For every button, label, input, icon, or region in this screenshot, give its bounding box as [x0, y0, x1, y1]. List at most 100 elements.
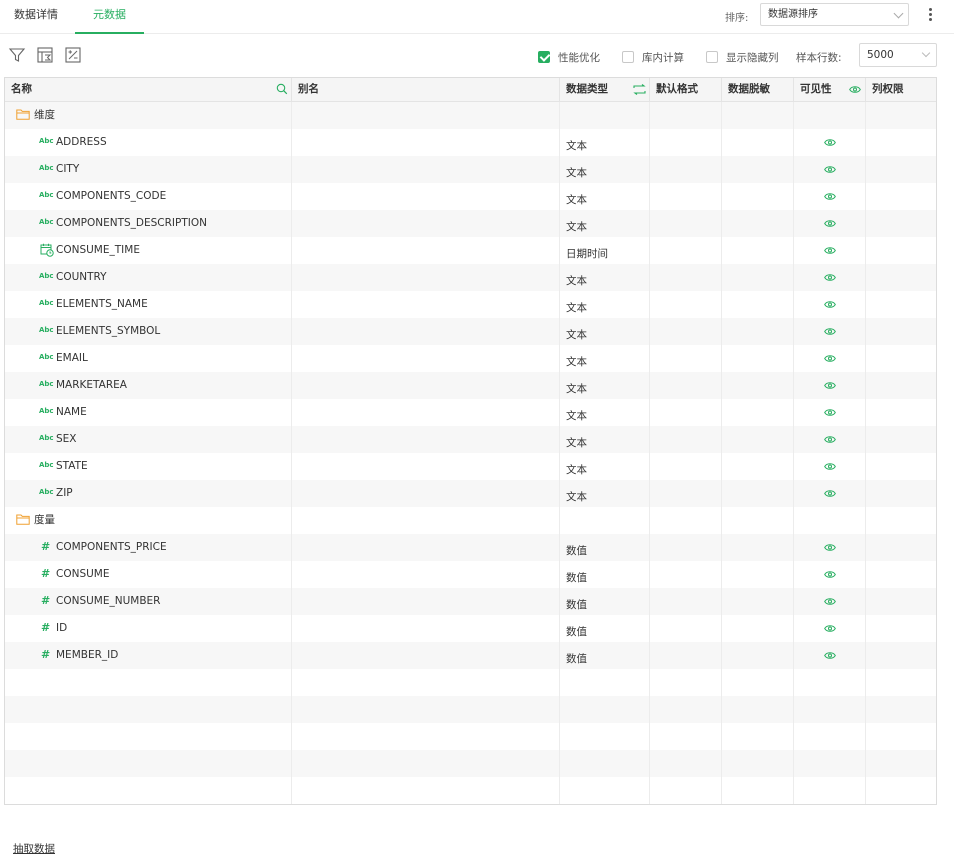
column-header-name[interactable]: 名称	[5, 78, 292, 101]
extract-data-link[interactable]: 抽取数据	[13, 841, 55, 856]
eye-icon[interactable]	[824, 191, 836, 204]
table-row[interactable]	[5, 750, 936, 777]
table-cell[interactable]	[292, 480, 560, 507]
table-row[interactable]: Abc COUNTRY 文本	[5, 264, 936, 291]
tab-metadata[interactable]: 元数据	[75, 0, 144, 34]
table-row[interactable]: Abc SEX 文本	[5, 426, 936, 453]
table-cell	[866, 426, 936, 453]
table-row[interactable]: # ID 数值	[5, 615, 936, 642]
eye-icon[interactable]	[824, 218, 836, 231]
table-cell[interactable]	[292, 696, 560, 723]
table-row[interactable]: CONSUME_TIME 日期时间	[5, 237, 936, 264]
eye-icon[interactable]	[824, 407, 836, 420]
table-cell[interactable]	[292, 291, 560, 318]
swap-icon[interactable]	[633, 84, 646, 95]
table-row[interactable]: 度量	[5, 507, 936, 534]
performance-optimization-checkbox[interactable]: 性能优化	[538, 49, 600, 65]
sample-rows-select[interactable]: 5000	[859, 43, 937, 67]
tab-data-details[interactable]: 数据详情	[0, 0, 72, 34]
eye-icon[interactable]	[824, 461, 836, 474]
column-header-default-format[interactable]: 默认格式	[650, 78, 722, 101]
table-cell[interactable]	[292, 561, 560, 588]
table-cell	[722, 588, 794, 615]
table-cell[interactable]	[292, 237, 560, 264]
table-row[interactable]: 维度	[5, 102, 936, 129]
table-row[interactable]	[5, 723, 936, 750]
table-row[interactable]: Abc EMAIL 文本	[5, 345, 936, 372]
table-row[interactable]: Abc NAME 文本	[5, 399, 936, 426]
table-cell[interactable]	[292, 210, 560, 237]
sort-select[interactable]: 数据源排序	[760, 3, 909, 26]
search-icon[interactable]	[276, 83, 288, 95]
eye-icon[interactable]	[849, 85, 861, 94]
eye-icon[interactable]	[824, 299, 836, 312]
table-cell[interactable]	[292, 264, 560, 291]
table-cell[interactable]	[292, 102, 560, 129]
eye-icon[interactable]	[824, 596, 836, 609]
table-cell[interactable]	[292, 183, 560, 210]
table-row[interactable]	[5, 669, 936, 696]
show-hidden-columns-checkbox[interactable]: 显示隐藏列	[706, 49, 779, 65]
table-cell	[794, 615, 866, 642]
eye-icon[interactable]	[824, 245, 836, 258]
table-row[interactable]: # CONSUME_NUMBER 数值	[5, 588, 936, 615]
table-row[interactable]	[5, 696, 936, 723]
table-row[interactable]: Abc COMPONENTS_CODE 文本	[5, 183, 936, 210]
table-cell[interactable]	[292, 723, 560, 750]
parameter-icon[interactable]	[64, 46, 82, 64]
filter-icon[interactable]	[8, 46, 26, 64]
table-row[interactable]: Abc ADDRESS 文本	[5, 129, 936, 156]
table-cell[interactable]	[292, 399, 560, 426]
table-cell[interactable]	[292, 669, 560, 696]
in-database-compute-checkbox[interactable]: 库内计算	[622, 49, 684, 65]
eye-icon[interactable]	[824, 380, 836, 393]
table-cell[interactable]	[292, 453, 560, 480]
table-row[interactable]	[5, 777, 936, 804]
more-options-button[interactable]	[925, 6, 935, 24]
table-cell[interactable]	[292, 534, 560, 561]
table-row[interactable]: Abc CITY 文本	[5, 156, 936, 183]
eye-icon[interactable]	[824, 650, 836, 663]
calculated-field-icon[interactable]	[36, 46, 54, 64]
table-cell[interactable]	[292, 129, 560, 156]
table-cell[interactable]	[292, 588, 560, 615]
table-row[interactable]: Abc COMPONENTS_DESCRIPTION 文本	[5, 210, 936, 237]
table-cell[interactable]	[292, 345, 560, 372]
table-cell[interactable]	[292, 426, 560, 453]
eye-icon[interactable]	[824, 326, 836, 339]
table-cell[interactable]	[292, 615, 560, 642]
table-cell[interactable]	[292, 642, 560, 669]
table-row[interactable]: # CONSUME 数值	[5, 561, 936, 588]
table-cell[interactable]	[292, 372, 560, 399]
table-cell[interactable]	[292, 156, 560, 183]
eye-icon[interactable]	[824, 569, 836, 582]
table-cell[interactable]	[292, 318, 560, 345]
table-cell[interactable]	[292, 507, 560, 534]
eye-icon[interactable]	[824, 542, 836, 555]
column-header-alias[interactable]: 别名	[292, 78, 560, 101]
column-header-data-masking[interactable]: 数据脱敏	[722, 78, 794, 101]
table-row[interactable]: # MEMBER_ID 数值	[5, 642, 936, 669]
table-cell	[794, 534, 866, 561]
column-header-visibility[interactable]: 可见性	[794, 78, 866, 101]
eye-icon[interactable]	[824, 137, 836, 150]
table-row[interactable]: # COMPONENTS_PRICE 数值	[5, 534, 936, 561]
table-cell	[5, 777, 292, 804]
table-row[interactable]: Abc ELEMENTS_SYMBOL 文本	[5, 318, 936, 345]
table-cell	[794, 237, 866, 264]
eye-icon[interactable]	[824, 272, 836, 285]
column-header-data-type[interactable]: 数据类型	[560, 78, 650, 101]
table-row[interactable]: Abc STATE 文本	[5, 453, 936, 480]
table-cell[interactable]	[292, 750, 560, 777]
eye-icon[interactable]	[824, 353, 836, 366]
column-header-column-permission[interactable]: 列权限	[866, 78, 936, 101]
eye-icon[interactable]	[824, 488, 836, 501]
eye-icon[interactable]	[824, 434, 836, 447]
table-cell[interactable]	[292, 777, 560, 804]
eye-icon[interactable]	[824, 623, 836, 636]
table-cell	[722, 102, 794, 129]
table-row[interactable]: Abc ELEMENTS_NAME 文本	[5, 291, 936, 318]
eye-icon[interactable]	[824, 164, 836, 177]
table-row[interactable]: Abc MARKETAREA 文本	[5, 372, 936, 399]
table-row[interactable]: Abc ZIP 文本	[5, 480, 936, 507]
